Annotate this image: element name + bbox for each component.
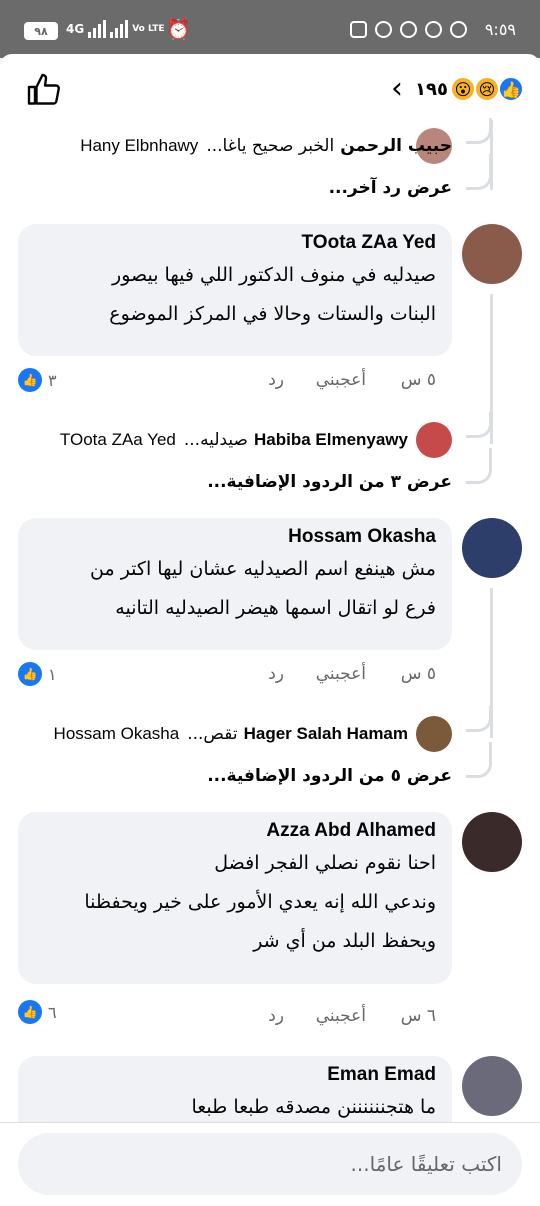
- comment-author[interactable]: TOota ZAa Yed: [34, 232, 436, 254]
- whatsapp-2-icon: [449, 20, 467, 38]
- comment-composer: [0, 1122, 540, 1206]
- battery-level: ٩٨: [34, 24, 48, 38]
- comment-author[interactable]: Eman Emad: [34, 1064, 436, 1086]
- reply-snippet: تقص...: [187, 724, 238, 744]
- reaction-number: ٣: [48, 370, 57, 390]
- reply-preview[interactable]: Hager Salah Hamam تقص... Hossam Okasha: [54, 714, 408, 754]
- alarm-icon: ⏰: [166, 17, 191, 41]
- reply-preview[interactable]: Habiba Elmenyawy صيدليه... TOota ZAa Yed: [60, 420, 408, 460]
- status-bar: ٩٨ 4G Vo LTE ⏰ ٩:٥٩: [0, 0, 540, 58]
- comment-input[interactable]: [18, 1133, 522, 1195]
- comment-text-line: ويحفظ البلد من أي شر: [253, 930, 436, 952]
- comments-header: ‹ ١٩٥ 😮 😢 👍: [0, 54, 540, 124]
- comment-text-line: احنا نقوم نصلي الفجر افضل: [214, 852, 436, 874]
- like-button[interactable]: أعجبني: [316, 1006, 366, 1026]
- like-reaction-icon: 👍: [498, 76, 524, 102]
- thread-hook: [466, 412, 492, 438]
- comment-author[interactable]: Hossam Okasha: [34, 526, 436, 548]
- like-button[interactable]: أعجبني: [316, 370, 366, 390]
- comment-time: ٥ س: [400, 664, 436, 684]
- status-time: ٩:٥٩: [484, 19, 516, 39]
- comments-sheet: ‹ ١٩٥ 😮 😢 👍 حبيب الرحمن الخبر صحيح ياغا.…: [0, 54, 540, 1206]
- thread-hook: [466, 448, 492, 484]
- signal-bars-icon: [88, 20, 107, 38]
- messenger-icon: [374, 20, 392, 38]
- avatar[interactable]: [462, 1056, 522, 1116]
- network-type: 4G: [66, 22, 85, 36]
- thread-hook: [466, 154, 492, 190]
- reply-snippet: صيدليه...: [183, 430, 248, 450]
- reply-mention: Hossam Okasha: [53, 724, 180, 743]
- reply-preview[interactable]: حبيب الرحمن الخبر صحيح ياغا... Hany Elbn…: [80, 126, 452, 166]
- comment-bubble: Hossam Okasha مش هينفع اسم الصيدليه عشان…: [18, 518, 452, 650]
- like-reaction-icon: 👍: [18, 368, 42, 392]
- view-more-replies-link[interactable]: عرض ٣ من الردود الإضافية...: [207, 472, 452, 492]
- reply-button[interactable]: رد: [268, 664, 284, 684]
- reaction-number: ٦: [48, 1002, 57, 1022]
- whatsapp-icon: [399, 20, 417, 38]
- view-more-replies-link[interactable]: عرض ٥ من الردود الإضافية...: [207, 766, 452, 786]
- avatar[interactable]: [462, 812, 522, 872]
- reaction-summary[interactable]: ‹ ١٩٥ 😮 😢 👍: [391, 74, 524, 104]
- reaction-number: ١: [48, 664, 57, 684]
- comment-time: ٥ س: [400, 370, 436, 390]
- volte-label: Vo LTE: [132, 23, 165, 34]
- comment-text-line: وندعي الله إنه يعدي الأمور على خير ويحفظ…: [84, 891, 436, 913]
- comment-bubble: TOota ZAa Yed صيدليه في منوف الدكتور الل…: [18, 224, 452, 356]
- comment-actions: ٥ س أعجبني رد: [192, 370, 452, 400]
- reply-mention: Hany Elbnhawy: [80, 136, 199, 155]
- comment-time: ٦ س: [400, 1006, 436, 1026]
- reply-snippet: الخبر صحيح ياغا...: [206, 136, 335, 156]
- thumbs-up-outline-icon[interactable]: [26, 72, 62, 108]
- comment-text-line: فرع لو اتقال اسمها هيضر الصيدليه التانيه: [115, 597, 436, 619]
- comment-text-line: البنات والستات وحالا في المركز الموضوع: [109, 303, 436, 325]
- comment-reaction-count[interactable]: 👍 ٣: [18, 368, 57, 392]
- reply-author: حبيب الرحمن: [340, 136, 452, 156]
- like-reaction-icon: 👍: [18, 1000, 42, 1024]
- view-more-replies-link[interactable]: عرض رد آخر...: [329, 178, 452, 198]
- thread-hook: [466, 706, 492, 732]
- comment-reaction-count[interactable]: 👍 ١: [18, 662, 57, 686]
- comment-actions: ٥ س أعجبني رد: [192, 664, 452, 694]
- avatar[interactable]: [416, 422, 452, 458]
- reply-button[interactable]: رد: [268, 370, 284, 390]
- battery-indicator: ٩٨: [24, 22, 58, 40]
- chevron-left-icon[interactable]: ‹: [391, 74, 403, 104]
- instagram-icon: [349, 20, 367, 38]
- sad-reaction-icon: 😢: [474, 76, 500, 102]
- comment-reaction-count[interactable]: 👍 ٦: [18, 1000, 57, 1024]
- comment-text-line: صيدليه في منوف الدكتور اللي فيها بيصور: [112, 264, 436, 286]
- avatar[interactable]: [416, 716, 452, 752]
- avatar[interactable]: [462, 224, 522, 284]
- signal-indicators: 4G Vo LTE: [66, 0, 165, 58]
- comment-actions: ٦ س أعجبني رد: [192, 1006, 452, 1036]
- reply-button[interactable]: رد: [268, 1006, 284, 1026]
- avatar[interactable]: [462, 518, 522, 578]
- reaction-count: ١٩٥: [415, 78, 448, 100]
- wow-reaction-icon: 😮: [450, 76, 476, 102]
- reply-mention: TOota ZAa Yed: [59, 430, 176, 449]
- signal-bars-2-icon: [110, 20, 129, 38]
- like-reaction-icon: 👍: [18, 662, 42, 686]
- thread-hook: [466, 118, 492, 144]
- reply-author: Habiba Elmenyawy: [253, 430, 408, 449]
- comment-bubble: Azza Abd Alhamed احنا نقوم نصلي الفجر اف…: [18, 812, 452, 984]
- comment-text-line: مش هينفع اسم الصيدليه عشان ليها اكتر من: [90, 558, 436, 580]
- facebook-icon: [424, 20, 442, 38]
- notification-icons: ٩:٥٩: [349, 0, 516, 58]
- like-button[interactable]: أعجبني: [316, 664, 366, 684]
- thread-hook: [466, 742, 492, 778]
- comment-author[interactable]: Azza Abd Alhamed: [34, 820, 436, 842]
- reply-author: Hager Salah Hamam: [243, 724, 408, 743]
